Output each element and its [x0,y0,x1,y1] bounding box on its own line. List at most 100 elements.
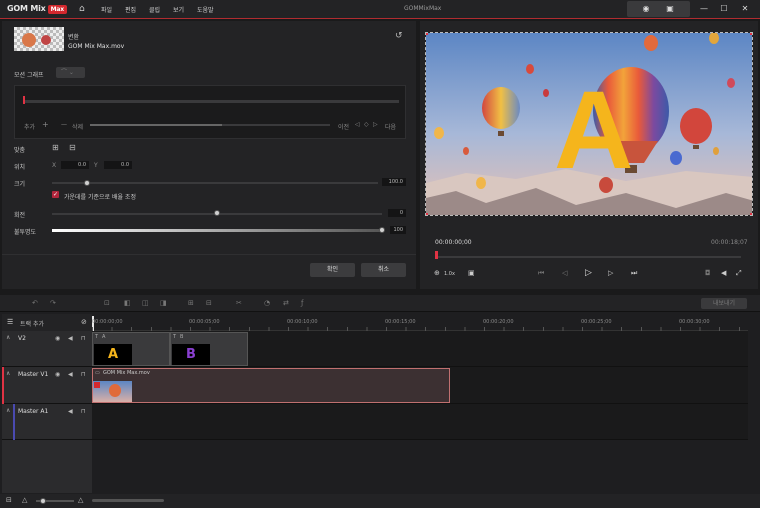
add-keyframe-icon[interactable]: + [42,120,49,129]
collapse-v2-icon[interactable]: ∧ [6,334,10,341]
motion-graph-select[interactable]: ⌒ ⌄ [56,67,85,78]
app-logo: GOM Mix Max [7,4,67,14]
keyframe-playhead[interactable] [23,96,25,104]
aspect-checkbox[interactable]: ✓ [52,191,59,198]
lock-a1-icon[interactable]: ⊓ [81,408,86,415]
home-icon[interactable]: ⌂ [79,4,85,14]
text-clip-b[interactable]: T B B [170,332,248,366]
opacity-input[interactable]: 100 [390,226,406,234]
minimize-icon[interactable]: — [694,2,714,16]
insert-icon[interactable]: ⊡ [104,299,110,307]
add-image-icon[interactable]: ⊟ [206,299,212,307]
visibility-v2-icon[interactable]: ◉ [55,335,60,342]
menu-clip[interactable]: 클립 [149,5,160,14]
fit-icon[interactable]: ⊟ [6,496,12,504]
next-keyframe-label[interactable]: 다음 [385,122,396,131]
snap-icon[interactable]: ⊘ [81,318,87,326]
zoom-icon[interactable]: ⊕ [434,269,440,277]
overlay-letter[interactable]: A [554,69,633,192]
redo-icon[interactable]: ↷ [50,299,56,307]
add-text-icon[interactable]: ⊞ [188,299,194,307]
logo-text: GOM Mix [7,4,46,13]
track-header-v1: ∧ Master V1 ◉ ◀ ⊓ [2,367,92,404]
go-start-icon[interactable]: ⏮ [538,269,544,278]
prev-keyframe-label[interactable]: 이전 [338,122,349,131]
track-add-label[interactable]: 트랙 추가 [20,319,44,328]
x-input[interactable]: 0.0 [61,161,89,169]
rotation-input[interactable]: 0 [388,209,406,217]
zoom-in-icon[interactable]: △ [78,496,83,504]
save-icon[interactable]: ▣ [660,2,680,16]
video-clip[interactable]: ▭ GOM Mix Max.mov [92,368,450,403]
align-vertical-icon[interactable]: ⊟ [69,143,76,152]
keyframe-toggle-icon[interactable]: ◇ [364,121,369,128]
go-end-icon[interactable]: ⏭ [631,269,637,278]
seek-handle[interactable] [435,251,438,259]
zoom-out-icon[interactable]: △ [22,496,27,504]
align-horizontal-icon[interactable]: ⊞ [52,143,59,152]
preview-video[interactable]: A [425,32,753,216]
rotation-slider-knob[interactable] [214,210,220,216]
fullscreen-icon[interactable]: ⤢ [736,269,742,278]
effect-icon[interactable]: ƒ [301,299,303,307]
lock-v2-icon[interactable]: ⊓ [81,335,86,342]
undo-icon[interactable]: ↶ [32,299,38,307]
lock-v1-icon[interactable]: ⊓ [81,371,86,378]
adjust-icon[interactable]: ⇄ [283,299,289,307]
visibility-v1-icon[interactable]: ◉ [55,371,60,378]
mute-v1-icon[interactable]: ◀ [68,371,73,378]
size-input[interactable]: 100.0 [382,178,406,186]
zoom-level[interactable]: 1.0x [444,271,455,277]
seek-bar[interactable] [435,256,741,258]
split-left-icon[interactable]: ◧ [124,299,131,307]
keyframe-scroll-thumb[interactable] [90,124,222,126]
split-icon[interactable]: ◫ [142,299,149,307]
split-right-icon[interactable]: ◨ [160,299,167,307]
cancel-button[interactable]: 취소 [361,263,406,277]
add-keyframe-label[interactable]: 추가 [24,122,35,131]
export-button[interactable]: 내보내기 [701,298,747,309]
next-frame-icon[interactable]: ▷ [608,269,613,277]
collapse-a1-icon[interactable]: ∧ [6,407,10,414]
handle-tr[interactable] [750,33,752,35]
cut-icon[interactable]: ✂ [236,299,242,307]
prev-keyframe-icon[interactable]: ◁ [355,121,360,128]
maximize-icon[interactable]: ☐ [714,2,734,16]
delete-keyframe-icon[interactable]: — [61,121,67,128]
user-icon[interactable]: ◉ [636,2,656,16]
keyframe-scroll[interactable] [90,124,330,126]
ruler[interactable]: 00:00:00;00 00:00:05;00 00:00:10;00 00:0… [92,314,748,332]
play-icon[interactable]: ▷ [585,268,592,278]
volume-icon[interactable]: ◀ [721,269,726,277]
ruler-mark-5: 00:00:25;00 [581,319,612,325]
track-list-icon[interactable]: ☰ [7,318,13,326]
zoom-slider-knob[interactable] [40,498,46,504]
prev-frame-icon[interactable]: ◁ [562,269,567,277]
text-clip-a[interactable]: T A A [92,332,170,366]
menu-help[interactable]: 도움말 [197,5,214,14]
size-slider[interactable] [52,182,378,184]
mute-v2-icon[interactable]: ◀ [68,335,73,342]
menu-edit[interactable]: 편집 [125,5,136,14]
speed-icon[interactable]: ◔ [264,299,270,307]
mute-a1-icon[interactable]: ◀ [68,408,73,415]
collapse-v1-icon[interactable]: ∧ [6,370,10,377]
menu-view[interactable]: 보기 [173,5,184,14]
ruler-mark-2: 00:00:10;00 [287,319,318,325]
handle-tl[interactable] [426,33,428,35]
handle-br[interactable] [750,213,752,215]
handle-bl[interactable] [426,213,428,215]
timeline-scrollbar[interactable] [92,499,164,502]
next-keyframe-icon[interactable]: ▷ [373,121,378,128]
opacity-slider[interactable] [52,229,382,232]
reset-icon[interactable]: ↺ [395,31,403,41]
snapshot-icon[interactable]: ◘ [705,269,711,277]
ok-button[interactable]: 확인 [310,263,355,277]
y-input[interactable]: 0.0 [104,161,132,169]
display-mode-icon[interactable]: ▣ [468,269,475,277]
size-slider-knob[interactable] [84,180,90,186]
delete-keyframe-label[interactable]: 삭제 [72,122,83,131]
opacity-slider-knob[interactable] [379,227,385,233]
menu-file[interactable]: 파일 [101,5,112,14]
close-icon[interactable]: ✕ [735,2,755,16]
